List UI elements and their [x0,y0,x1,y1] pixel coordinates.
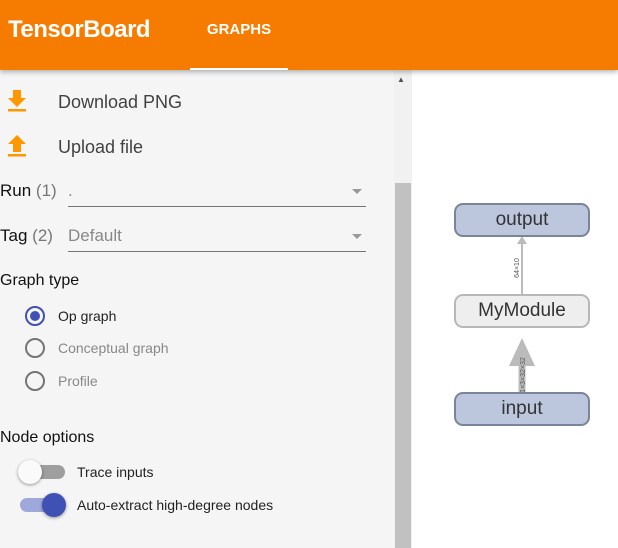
run-text: Run [0,181,32,200]
edge-input-module[interactable]: 1×3×32×32 [509,338,535,393]
scroll-up-icon[interactable]: ▲ [397,75,405,84]
radio-circle [25,371,45,391]
node-output[interactable]: output [454,203,590,237]
toggle-knob [42,493,66,517]
edge-label: 64×10 [514,258,521,278]
tab-indicator [190,68,288,70]
radio-conceptual-graph[interactable]: Conceptual graph [25,338,169,358]
radio-label: Op graph [58,308,117,324]
scrollbar-thumb[interactable] [395,183,411,548]
run-label: Run (1) [0,181,57,201]
upload-icon [0,133,58,162]
node-mymodule[interactable]: MyModule [454,294,590,328]
radio-profile[interactable]: Profile [25,371,98,391]
tab-graphs[interactable]: GRAPHS [190,0,288,70]
radio-label: Profile [58,373,98,389]
radio-op-graph[interactable]: Op graph [25,306,116,326]
upload-file-button[interactable]: Upload file [0,127,143,167]
auto-extract-toggle[interactable]: Auto-extract high-degree nodes [20,493,274,517]
edge-module-output[interactable]: 64×10 [514,236,527,294]
toggle-knob [18,460,42,484]
node-options-title: Node options [0,429,95,446]
download-png-button[interactable]: Download PNG [0,82,182,122]
upload-file-label: Upload file [58,136,144,157]
node-input[interactable]: input [454,392,590,426]
tag-text: Tag [0,226,28,245]
radio-circle [25,338,45,358]
run-select[interactable]: . [68,179,366,207]
graph-type-title: Graph type [0,272,80,289]
tag-select[interactable]: Default [68,224,366,252]
run-count: (1) [35,181,57,200]
app-title: TensorBoard [8,16,151,43]
edge-label: 1×3×32×32 [520,357,527,393]
toggle-track [18,460,65,484]
tag-label: Tag (2) [0,226,53,246]
radio-label: Conceptual graph [58,340,169,356]
chevron-down-icon [352,234,362,239]
tag-value: Default [68,226,122,245]
trace-inputs-toggle[interactable]: Trace inputs [18,460,154,484]
radio-circle [25,306,45,326]
chevron-down-icon [352,189,362,194]
toggle-track [20,493,66,517]
toggle-label: Auto-extract high-degree nodes [77,497,274,513]
run-value: . [68,181,73,200]
app-header: TensorBoard GRAPHS [0,0,618,70]
download-png-label: Download PNG [58,91,183,112]
tab-label: GRAPHS [206,21,272,38]
tag-count: (2) [32,226,53,245]
download-icon [0,88,58,117]
toggle-label: Trace inputs [77,464,154,480]
